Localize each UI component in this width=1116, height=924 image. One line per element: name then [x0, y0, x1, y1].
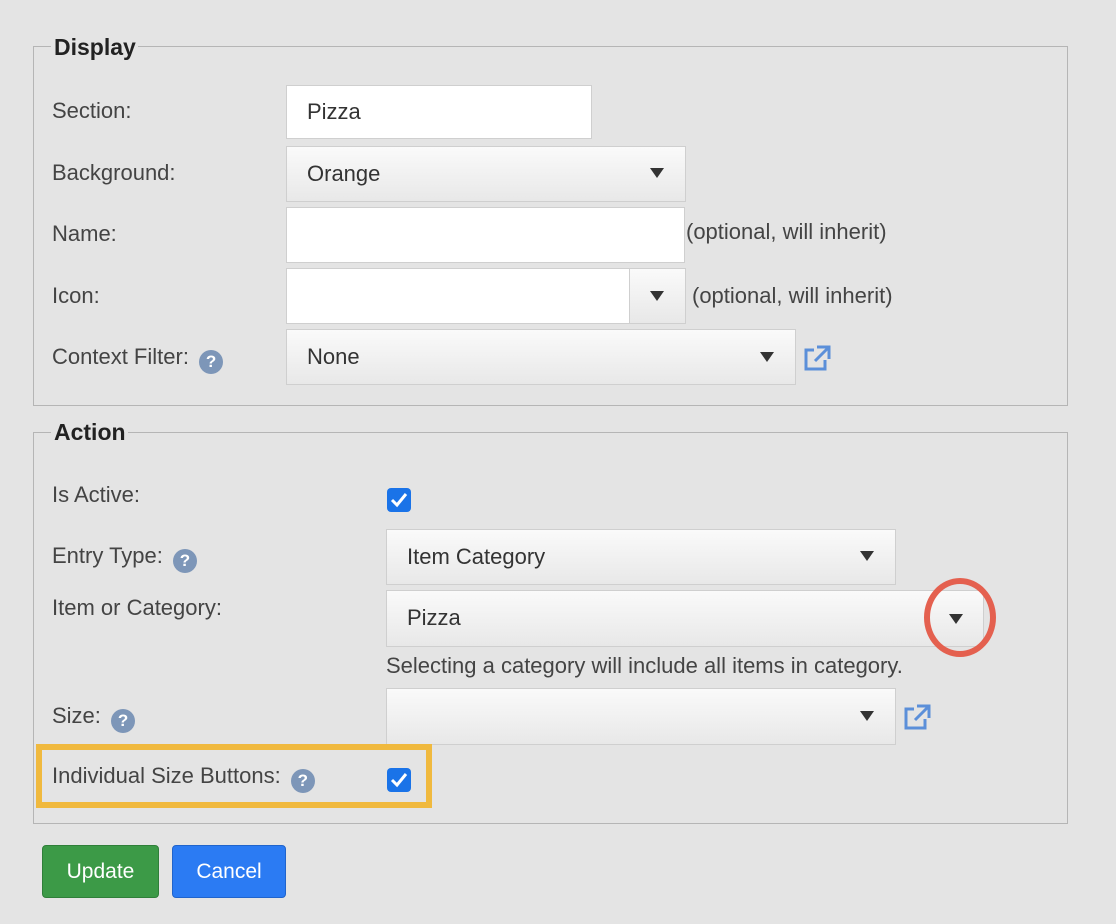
icon-label: Icon:: [52, 283, 100, 308]
section-label: Section:: [52, 98, 132, 123]
entry-type-label: Entry Type: ?: [52, 543, 197, 573]
display-legend: Display: [51, 34, 138, 60]
external-link-icon[interactable]: [802, 344, 832, 372]
action-legend: Action: [51, 419, 128, 445]
context-filter-select-value: None: [307, 344, 360, 369]
check-icon: [390, 493, 408, 508]
help-icon[interactable]: ?: [173, 549, 197, 573]
chevron-down-icon: [860, 711, 874, 721]
icon-input[interactable]: [286, 268, 630, 324]
is-active-label: Is Active:: [52, 482, 141, 507]
name-optional-note: (optional, will inherit): [686, 219, 887, 244]
icon-dropdown-button[interactable]: [629, 268, 686, 324]
background-label: Background:: [52, 160, 176, 185]
highlight-box: [36, 744, 432, 808]
name-input[interactable]: [286, 207, 685, 263]
context-filter-label: Context Filter: ?: [52, 344, 224, 374]
cancel-button[interactable]: Cancel: [172, 845, 286, 898]
entry-type-select[interactable]: Item Category: [386, 529, 896, 585]
context-filter-select[interactable]: None: [286, 329, 796, 385]
chevron-down-icon: [760, 352, 774, 362]
external-link-icon[interactable]: [902, 703, 932, 731]
size-label-text: Size:: [52, 703, 101, 728]
item-or-category-hint: Selecting a category will include all it…: [386, 653, 903, 678]
size-select[interactable]: [386, 688, 896, 745]
section-input[interactable]: Pizza: [286, 85, 592, 139]
update-button[interactable]: Update: [42, 845, 159, 898]
size-label: Size: ?: [52, 703, 136, 733]
item-or-category-label: Item or Category:: [52, 595, 222, 620]
is-active-checkbox[interactable]: [387, 488, 411, 512]
entry-type-label-text: Entry Type:: [52, 543, 163, 568]
highlight-circle: [924, 578, 996, 657]
background-select-value: Orange: [307, 161, 381, 186]
chevron-down-icon: [860, 551, 874, 561]
entry-type-select-value: Item Category: [407, 544, 546, 569]
help-icon[interactable]: ?: [199, 350, 224, 374]
icon-optional-note: (optional, will inherit): [692, 283, 893, 308]
item-or-category-select-value: Pizza: [407, 605, 461, 630]
background-select[interactable]: Orange: [286, 146, 686, 202]
context-filter-label-text: Context Filter:: [52, 344, 189, 369]
help-icon[interactable]: ?: [111, 709, 136, 733]
item-or-category-select[interactable]: Pizza: [386, 590, 984, 647]
chevron-down-icon: [650, 291, 664, 301]
name-label: Name:: [52, 221, 117, 246]
chevron-down-icon: [650, 168, 664, 178]
